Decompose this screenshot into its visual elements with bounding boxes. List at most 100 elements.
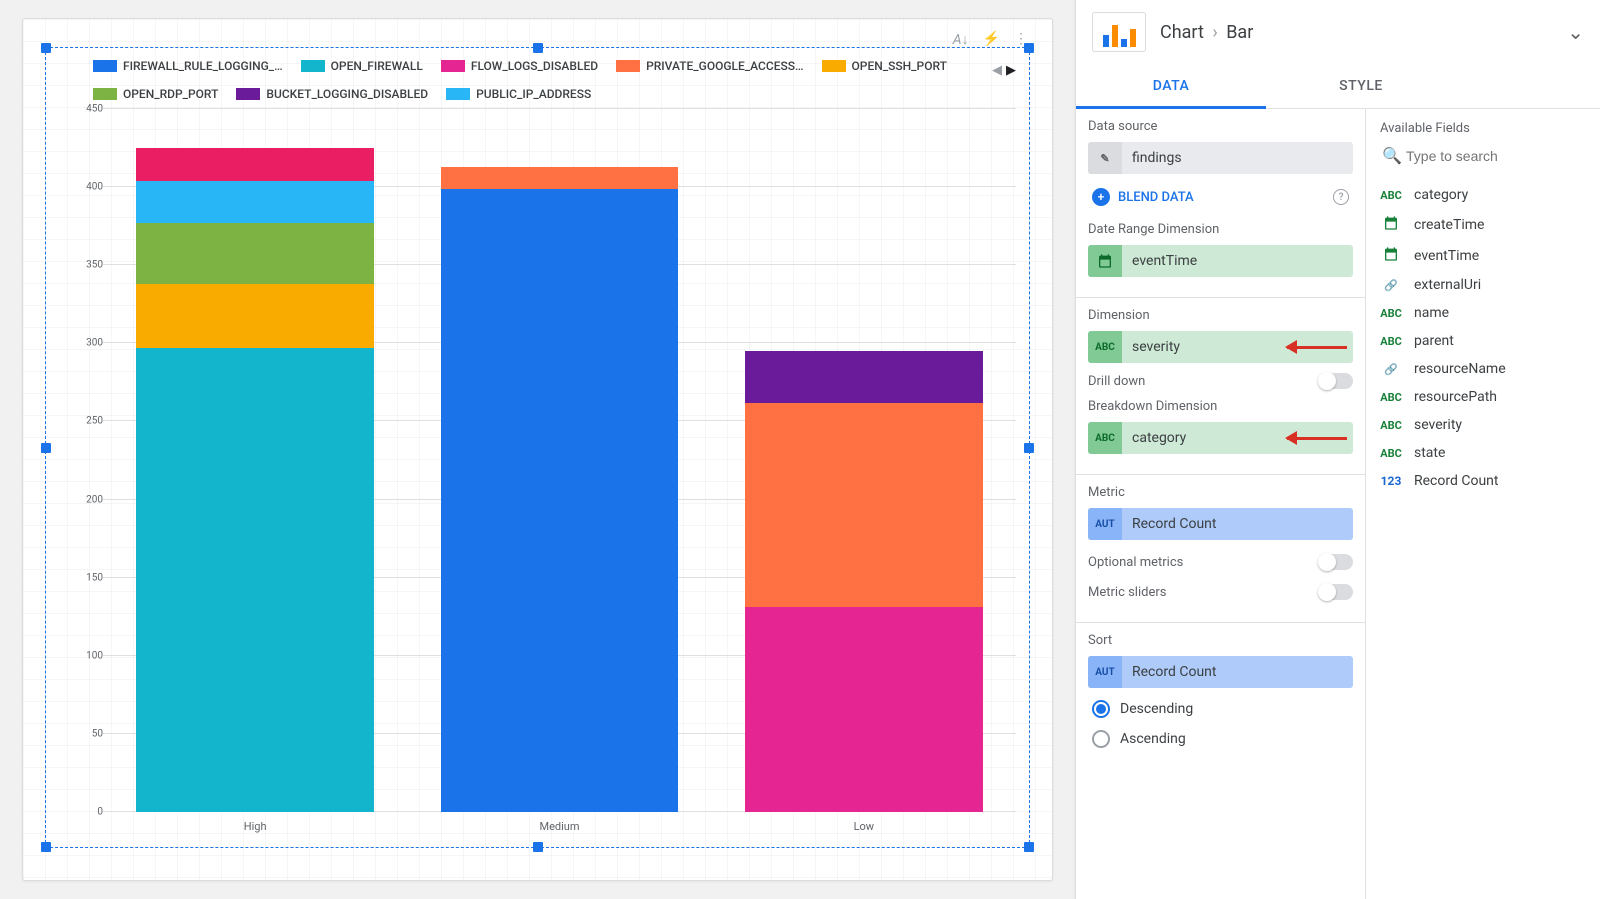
field-name: eventTime xyxy=(1414,248,1479,264)
drill-down-label: Drill down xyxy=(1088,373,1353,389)
data-source-label: Data source xyxy=(1088,119,1353,134)
legend-item[interactable]: FLOW_LOGS_DISABLED xyxy=(441,59,598,73)
sort-ascending-label: Ascending xyxy=(1120,731,1186,747)
resize-handle[interactable] xyxy=(1024,842,1034,852)
field-item[interactable]: eventTime xyxy=(1366,240,1600,271)
field-name: severity xyxy=(1414,417,1462,433)
legend-swatch xyxy=(446,88,470,100)
drill-down-toggle[interactable] xyxy=(1319,373,1353,389)
dimension-value: severity xyxy=(1122,339,1353,355)
sort-ascending-radio[interactable]: Ascending xyxy=(1088,724,1353,754)
resize-handle[interactable] xyxy=(41,43,51,53)
aut-icon: AUT xyxy=(1088,508,1122,540)
resize-handle[interactable] xyxy=(1024,443,1034,453)
legend-pager[interactable]: ◀ ▶ xyxy=(992,63,1016,78)
bar-segment[interactable] xyxy=(136,348,373,812)
config-column: Data source ✎ findings + BLEND DATA ? Da… xyxy=(1076,109,1366,899)
field-item[interactable]: 🔗resourceName xyxy=(1366,355,1600,383)
legend-item[interactable]: OPEN_SSH_PORT xyxy=(822,59,947,73)
legend-prev-icon[interactable]: ◀ xyxy=(992,63,1002,78)
y-tick-label: 100 xyxy=(86,650,103,661)
sort-icon[interactable]: A↓ xyxy=(953,31,969,48)
bar-segment[interactable] xyxy=(441,167,678,189)
field-item[interactable]: 🔗externalUri xyxy=(1366,271,1600,299)
y-tick-label: 350 xyxy=(86,260,103,271)
lightning-icon[interactable]: ⚡ xyxy=(983,31,1000,48)
sort-descending-radio[interactable]: Descending xyxy=(1088,694,1353,724)
plus-icon: + xyxy=(1092,188,1110,206)
metric-sliders-toggle[interactable] xyxy=(1319,584,1353,600)
resize-handle[interactable] xyxy=(1024,43,1034,53)
resize-handle[interactable] xyxy=(41,842,51,852)
chart-legend: FIREWALL_RULE_LOGGING_… OPEN_FIREWALL FLOW… xyxy=(93,59,972,101)
date-range-dimension-value: eventTime xyxy=(1122,253,1353,269)
dimension-label: Dimension xyxy=(1088,308,1353,323)
dimension-chip[interactable]: ABC severity xyxy=(1088,331,1353,363)
abc-icon: ABC xyxy=(1088,422,1122,454)
bar-segment[interactable] xyxy=(136,181,373,223)
field-item[interactable]: ABCname xyxy=(1366,299,1600,327)
field-name: resourcePath xyxy=(1414,389,1497,405)
optional-metrics-label: Optional metrics xyxy=(1088,554,1353,570)
search-icon: 🔍 xyxy=(1382,146,1402,165)
y-tick-label: 300 xyxy=(86,338,103,349)
field-item[interactable]: createTime xyxy=(1366,209,1600,240)
legend-text: OPEN_RDP_PORT xyxy=(123,87,218,101)
legend-swatch xyxy=(616,60,640,72)
resize-handle[interactable] xyxy=(533,842,543,852)
metric-chip[interactable]: AUT Record Count xyxy=(1088,508,1353,540)
bar-segment[interactable] xyxy=(745,351,982,403)
bar-segment[interactable] xyxy=(136,148,373,181)
date-range-dimension-chip[interactable]: eventTime xyxy=(1088,245,1353,277)
collapse-panel-icon[interactable]: ⌄ xyxy=(1567,20,1584,44)
fields-search-input[interactable] xyxy=(1380,142,1586,171)
tab-style[interactable]: STYLE xyxy=(1266,64,1456,108)
abc-icon: ABC xyxy=(1380,307,1402,320)
legend-text: PUBLIC_IP_ADDRESS xyxy=(476,87,591,101)
field-item[interactable]: ABCresourcePath xyxy=(1366,383,1600,411)
field-name: category xyxy=(1414,187,1468,203)
resize-handle[interactable] xyxy=(41,443,51,453)
data-source-chip[interactable]: ✎ findings xyxy=(1088,142,1353,174)
legend-item[interactable]: PUBLIC_IP_ADDRESS xyxy=(446,87,591,101)
number-icon: 123 xyxy=(1380,474,1402,488)
bar-segment[interactable] xyxy=(136,223,373,284)
legend-next-icon[interactable]: ▶ xyxy=(1006,63,1016,78)
sort-field-chip[interactable]: AUT Record Count xyxy=(1088,656,1353,688)
field-item[interactable]: 123Record Count xyxy=(1366,467,1600,495)
available-fields-header: Available Fields xyxy=(1366,109,1600,142)
legend-item[interactable]: OPEN_RDP_PORT xyxy=(93,87,218,101)
panel-breadcrumb[interactable]: Chart › Bar xyxy=(1160,22,1553,43)
abc-icon: ABC xyxy=(1380,447,1402,460)
breadcrumb-sep-icon: › xyxy=(1212,22,1217,43)
field-item[interactable]: ABCstate xyxy=(1366,439,1600,467)
x-tick-label: Medium xyxy=(407,820,711,836)
x-tick-label: High xyxy=(103,820,407,836)
blend-data-button[interactable]: + BLEND DATA ? xyxy=(1088,180,1353,214)
bar-segment[interactable] xyxy=(745,403,982,608)
optional-metrics-toggle[interactable] xyxy=(1319,554,1353,570)
field-item[interactable]: ABCcategory xyxy=(1366,181,1600,209)
bar-segment[interactable] xyxy=(136,284,373,348)
tab-data[interactable]: DATA xyxy=(1076,64,1266,108)
aut-icon: AUT xyxy=(1088,656,1122,688)
breakdown-dimension-chip[interactable]: ABC category xyxy=(1088,422,1353,454)
legend-item[interactable]: PRIVATE_GOOGLE_ACCESS… xyxy=(616,59,803,73)
chart-properties-panel: Chart › Bar ⌄ DATA STYLE Data source ✎ f… xyxy=(1075,0,1600,899)
report-canvas[interactable]: A↓ ⚡ ⋮ FIREWALL_RULE_LOGGING_…OPEN_FIREW… xyxy=(22,18,1053,881)
help-icon[interactable]: ? xyxy=(1333,189,1349,205)
chart-type-thumb[interactable] xyxy=(1092,12,1146,52)
available-fields-list: ABCcategorycreateTimeeventTime🔗externalU… xyxy=(1366,181,1600,495)
legend-text: OPEN_SSH_PORT xyxy=(852,59,947,73)
legend-swatch xyxy=(236,88,260,100)
legend-item[interactable]: OPEN_FIREWALL xyxy=(301,59,423,73)
resize-handle[interactable] xyxy=(533,43,543,53)
bar-segment[interactable] xyxy=(441,189,678,812)
abc-icon: ABC xyxy=(1380,335,1402,348)
field-item[interactable]: ABCseverity xyxy=(1366,411,1600,439)
bar-segment[interactable] xyxy=(745,607,982,812)
legend-item[interactable]: BUCKET_LOGGING_DISABLED xyxy=(236,87,428,101)
breakdown-dimension-value: category xyxy=(1122,430,1353,446)
legend-item[interactable]: FIREWALL_RULE_LOGGING_… xyxy=(93,59,283,73)
field-item[interactable]: ABCparent xyxy=(1366,327,1600,355)
